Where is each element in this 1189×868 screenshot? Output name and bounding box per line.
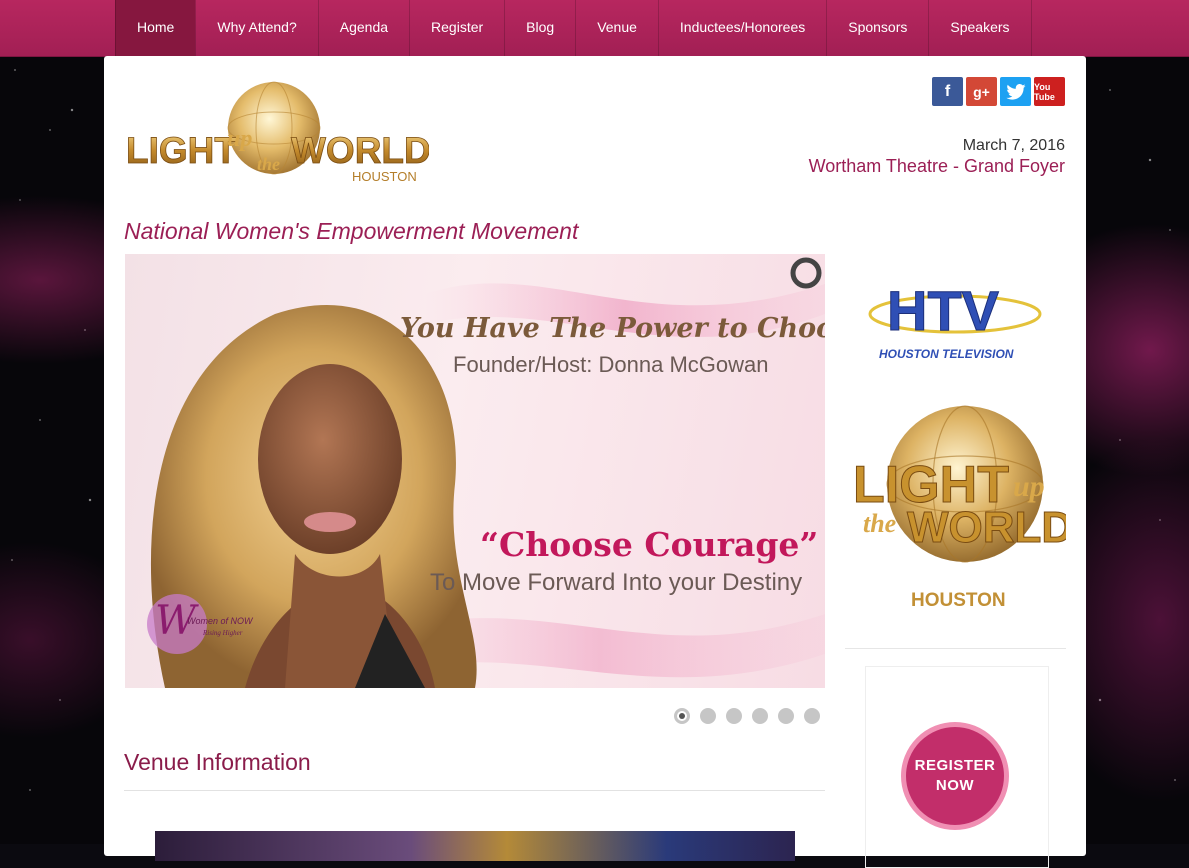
sidebar-logo-city: HOUSTON xyxy=(911,590,1006,611)
nav-venue[interactable]: Venue xyxy=(575,0,658,56)
htv-logo[interactable]: HTV HOUSTON TELEVISION xyxy=(865,268,1045,368)
slider-dot-5[interactable] xyxy=(778,708,794,724)
slide-quote: “Choose Courage” xyxy=(480,525,818,564)
slider-pause-icon[interactable] xyxy=(790,257,822,289)
sidebar-logo-world: WORLD xyxy=(907,503,1066,552)
svg-text:Rising Higher: Rising Higher xyxy=(202,629,243,637)
nav-agenda[interactable]: Agenda xyxy=(317,0,409,56)
logo-city: HOUSTON xyxy=(352,169,417,184)
slide-subhead: Founder/Host: Donna McGowan xyxy=(453,352,769,377)
slider-dot-6[interactable] xyxy=(804,708,820,724)
site-logo[interactable]: LIGHT up the WORLD HOUSTON xyxy=(124,80,429,185)
event-date: March 7, 2016 xyxy=(962,137,1065,154)
logo-word-up: up xyxy=(227,126,252,152)
slide-quote-sub: To Move Forward Into your Destiny xyxy=(430,569,802,596)
sidebar-logo-the: the xyxy=(863,509,896,538)
slider-pagination xyxy=(674,708,820,724)
youtube-icon[interactable]: You Tube xyxy=(1034,77,1065,106)
sidebar-event-logo[interactable]: LIGHT up the WORLD HOUSTON xyxy=(845,404,1066,624)
htv-letters: HTV xyxy=(887,279,999,342)
twitter-bird-icon xyxy=(1005,83,1026,100)
nav-speakers[interactable]: Speakers xyxy=(928,0,1032,56)
divider xyxy=(124,790,825,791)
logo-word-light: LIGHT xyxy=(126,130,237,171)
social-links: f g+ You Tube xyxy=(932,77,1065,106)
main-navigation: Home Why Attend? Agenda Register Blog Ve… xyxy=(0,0,1189,57)
htv-caption: HOUSTON TELEVISION xyxy=(879,347,1014,361)
page-tagline: National Women's Empowerment Movement xyxy=(124,218,579,244)
svg-text:Women of NOW: Women of NOW xyxy=(187,616,254,626)
nav-inductees-honorees[interactable]: Inductees/Honorees xyxy=(657,0,826,56)
slide-image: You Have The Power to Choose Founder/Hos… xyxy=(147,257,825,688)
google-plus-icon[interactable]: g+ xyxy=(966,77,997,106)
twitter-icon[interactable] xyxy=(1000,77,1031,106)
nav-blog[interactable]: Blog xyxy=(504,0,575,56)
slide-headline: You Have The Power to Choose xyxy=(400,313,825,344)
slider-dot-4[interactable] xyxy=(752,708,768,724)
facebook-icon[interactable]: f xyxy=(932,77,963,106)
nav-register[interactable]: Register xyxy=(409,0,504,56)
content-panel: f g+ You Tube LIGHT up the WORLD HOUSTON… xyxy=(104,56,1086,868)
nav-home[interactable]: Home xyxy=(115,0,196,56)
sidebar-logo-up: up xyxy=(1013,470,1045,503)
register-now-button[interactable]: REGISTER NOW xyxy=(901,722,1009,830)
logo-word-the: the xyxy=(257,154,280,174)
divider xyxy=(845,648,1066,649)
slider-dot-1[interactable] xyxy=(674,708,690,724)
slider-dot-2[interactable] xyxy=(700,708,716,724)
nav-sponsors[interactable]: Sponsors xyxy=(826,0,928,56)
slider-dot-3[interactable] xyxy=(726,708,742,724)
event-venue: Wortham Theatre - Grand Foyer xyxy=(808,156,1065,176)
register-box: REGISTER NOW xyxy=(865,666,1049,868)
venue-image xyxy=(155,831,795,861)
venue-heading: Venue Information xyxy=(124,749,311,775)
nav-why-attend[interactable]: Why Attend? xyxy=(195,0,317,56)
logo-word-world: WORLD xyxy=(291,130,429,171)
hero-slider[interactable]: You Have The Power to Choose Founder/Hos… xyxy=(125,254,825,688)
